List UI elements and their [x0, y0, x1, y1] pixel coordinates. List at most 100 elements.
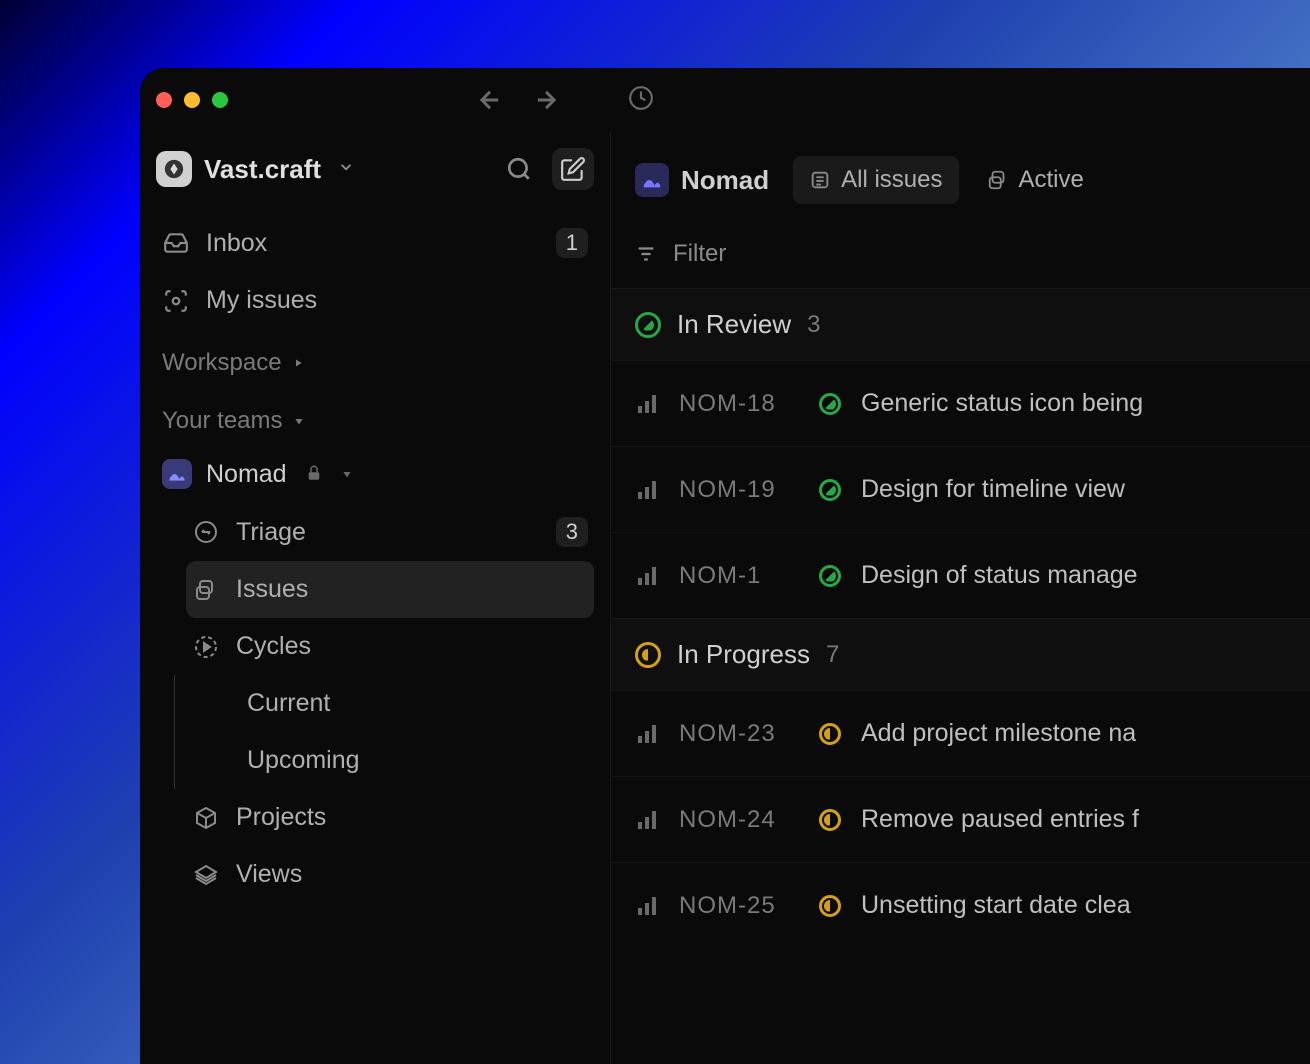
- sidebar: Vast.craft: [140, 132, 610, 1064]
- sidebar-item-current[interactable]: Current: [227, 675, 594, 732]
- triage-badge: 3: [556, 517, 588, 547]
- status-icon: [819, 479, 841, 501]
- issue-row[interactable]: NOM-23 Add project milestone na: [611, 690, 1310, 776]
- history-button[interactable]: [628, 85, 654, 116]
- section-label: Workspace: [162, 349, 282, 377]
- sidebar-item-cycles[interactable]: Cycles: [186, 618, 594, 675]
- priority-icon: [635, 478, 659, 502]
- back-button[interactable]: [476, 86, 504, 114]
- section-label: Your teams: [162, 407, 283, 435]
- tab-label: Active: [1019, 166, 1084, 194]
- workspace-name: Vast.craft: [204, 154, 321, 185]
- priority-icon: [635, 564, 659, 588]
- sidebar-item-projects[interactable]: Projects: [186, 789, 594, 846]
- target-icon: [162, 287, 190, 315]
- forward-button[interactable]: [532, 86, 560, 114]
- sidebar-item-triage[interactable]: Triage 3: [186, 503, 594, 561]
- issue-title: Design of status manage: [861, 561, 1138, 590]
- issue-row[interactable]: NOM-18 Generic status icon being: [611, 360, 1310, 446]
- sidebar-item-label: Projects: [236, 803, 588, 832]
- filter-button[interactable]: Filter: [611, 220, 1310, 288]
- issue-row[interactable]: NOM-25 Unsetting start date clea: [611, 862, 1310, 948]
- sidebar-item-label: Issues: [236, 575, 588, 604]
- search-icon: [506, 156, 532, 182]
- sidebar-item-label: My issues: [206, 286, 588, 315]
- workspace-icon: [156, 151, 192, 187]
- tab-active[interactable]: Active: [971, 156, 1100, 204]
- active-icon: [987, 169, 1009, 191]
- issue-row[interactable]: NOM-24 Remove paused entries f: [611, 776, 1310, 862]
- workspace-switcher[interactable]: Vast.craft: [156, 151, 355, 187]
- cycles-icon: [192, 633, 220, 661]
- compose-icon: [560, 156, 586, 182]
- group-header-in-review[interactable]: In Review 3: [611, 288, 1310, 360]
- caret-down-icon: [341, 468, 353, 480]
- sidebar-item-upcoming[interactable]: Upcoming: [227, 732, 594, 789]
- sidebar-item-label: Upcoming: [247, 746, 588, 775]
- cycle-sub-items: Current Upcoming: [174, 675, 594, 789]
- content-header: Nomad All issues Active: [611, 132, 1310, 220]
- sidebar-item-my-issues[interactable]: My issues: [156, 272, 594, 329]
- triage-icon: [192, 518, 220, 546]
- workspace-section-header[interactable]: Workspace: [156, 329, 594, 387]
- group-count: 3: [807, 311, 820, 339]
- tab-all-issues[interactable]: All issues: [793, 156, 958, 204]
- app-window: Vast.craft: [140, 68, 1310, 1064]
- issue-title: Generic status icon being: [861, 389, 1143, 418]
- team-sub-items-2: Projects Views: [156, 789, 594, 903]
- group-header-in-progress[interactable]: In Progress 7: [611, 618, 1310, 690]
- issue-id: NOM-1: [679, 562, 799, 590]
- workspace-actions: [498, 148, 594, 190]
- team-badge-icon: [635, 163, 669, 197]
- status-in-review-icon: [635, 312, 661, 338]
- issue-row[interactable]: NOM-1 Design of status manage: [611, 532, 1310, 618]
- sidebar-item-issues[interactable]: Issues: [186, 561, 594, 618]
- team-title: Nomad: [681, 165, 769, 196]
- maximize-window-button[interactable]: [212, 92, 228, 108]
- sidebar-item-inbox[interactable]: Inbox 1: [156, 214, 594, 272]
- chevron-down-icon: [337, 158, 355, 181]
- team-icon: [162, 459, 192, 489]
- app-body: Vast.craft: [140, 132, 1310, 1064]
- team-name: Nomad: [206, 460, 287, 489]
- list-icon: [809, 169, 831, 191]
- tab-label: All issues: [841, 166, 942, 194]
- group-count: 7: [826, 641, 839, 669]
- issue-id: NOM-19: [679, 476, 799, 504]
- issues-icon: [192, 576, 220, 604]
- titlebar: [140, 68, 1310, 132]
- issue-row[interactable]: NOM-19 Design for timeline view: [611, 446, 1310, 532]
- clock-icon: [628, 85, 654, 111]
- team-item-nomad[interactable]: Nomad: [156, 445, 594, 503]
- main-content: Nomad All issues Active Filter: [610, 132, 1310, 1064]
- minimize-window-button[interactable]: [184, 92, 200, 108]
- status-icon: [819, 565, 841, 587]
- projects-icon: [192, 804, 220, 832]
- inbox-icon: [162, 229, 190, 257]
- search-button[interactable]: [498, 148, 540, 190]
- issue-title: Remove paused entries f: [861, 805, 1139, 834]
- priority-icon: [635, 808, 659, 832]
- filter-label: Filter: [673, 240, 726, 268]
- status-icon: [819, 393, 841, 415]
- status-icon: [819, 809, 841, 831]
- sidebar-item-label: Views: [236, 860, 588, 889]
- sidebar-item-label: Inbox: [206, 229, 540, 258]
- issue-id: NOM-23: [679, 720, 799, 748]
- issue-id: NOM-25: [679, 892, 799, 920]
- priority-icon: [635, 392, 659, 416]
- sidebar-item-label: Current: [247, 689, 588, 718]
- teams-section-header[interactable]: Your teams: [156, 387, 594, 445]
- priority-icon: [635, 894, 659, 918]
- arrow-right-icon: [532, 86, 560, 114]
- inbox-badge: 1: [556, 228, 588, 258]
- compose-button[interactable]: [552, 148, 594, 190]
- traffic-lights: [156, 92, 228, 108]
- priority-icon: [635, 722, 659, 746]
- status-icon: [819, 723, 841, 745]
- issue-id: NOM-18: [679, 390, 799, 418]
- sidebar-item-label: Triage: [236, 518, 540, 547]
- sidebar-item-views[interactable]: Views: [186, 846, 594, 903]
- caret-down-icon: [293, 415, 305, 427]
- close-window-button[interactable]: [156, 92, 172, 108]
